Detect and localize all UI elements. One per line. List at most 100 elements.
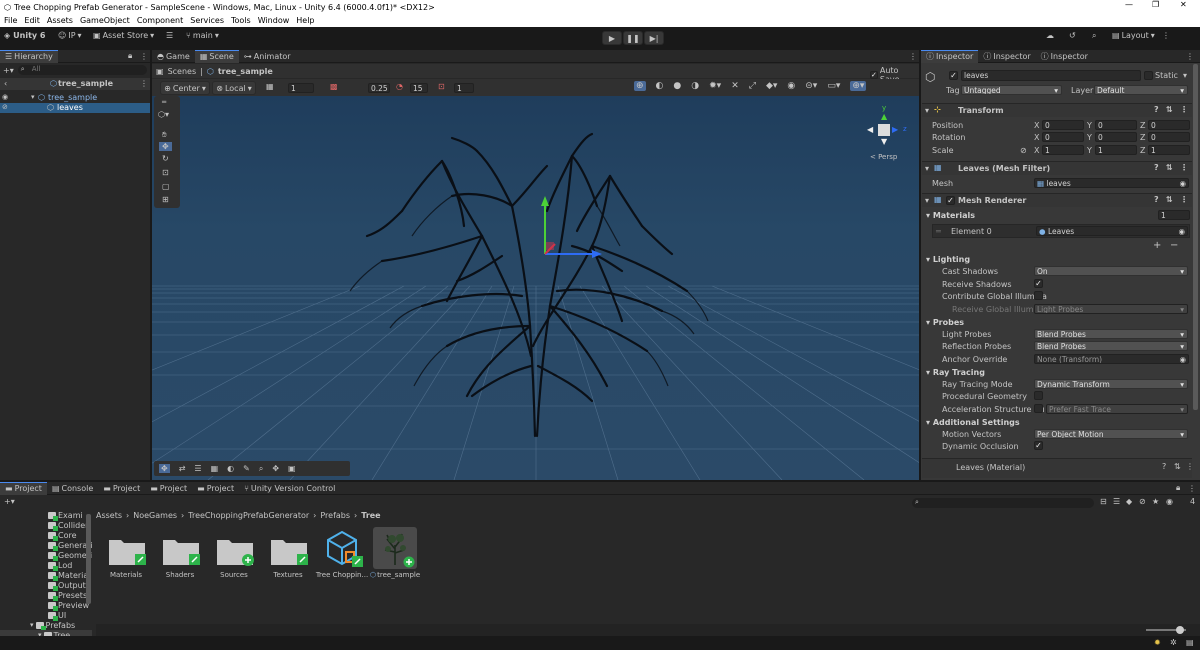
layout-dropdown[interactable]: ▤ Layout ▾	[1112, 31, 1155, 40]
anchor-override-field[interactable]: None (Transform) ◉	[1034, 354, 1189, 364]
breadcrumb-prefabs[interactable]: Prefabs	[320, 511, 350, 520]
mesh-field[interactable]: ▦ leaves ◉	[1034, 178, 1189, 188]
scale-z-field[interactable]: 1	[1148, 145, 1190, 155]
tree-item-lod[interactable]: Lod	[48, 560, 72, 571]
mesh-filter-header[interactable]: ▾ ▦ Leaves (Mesh Filter) ? ⇅ ⋮	[922, 161, 1192, 175]
tab-inspector-1[interactable]: ⓘ Inspector	[921, 49, 979, 63]
menu-gameobject[interactable]: GameObject	[80, 16, 130, 25]
hierarchy-row-leaves[interactable]: ⊘ ⬡ leaves	[0, 103, 150, 113]
ray-tracing-foldout[interactable]: ▾ Ray Tracing	[926, 368, 985, 377]
paint-icon[interactable]: ✎	[243, 464, 250, 473]
mesh-renderer-header[interactable]: ▾ ▦ ✓ Mesh Renderer ? ⇅ ⋮	[922, 193, 1192, 207]
tab-project-2[interactable]: ▬ Project	[98, 482, 145, 495]
foldout-arrow-icon[interactable]: ▾	[31, 93, 35, 101]
view-mode-icon[interactable]: ⬡▾	[158, 110, 169, 119]
rotation-y-field[interactable]: 0	[1095, 132, 1137, 142]
tab-scene[interactable]: ▦ Scene	[194, 49, 239, 63]
more-icon[interactable]: ⋮	[1188, 484, 1196, 493]
element-material-field[interactable]: ● Leaves ◉	[1036, 226, 1188, 236]
asset-tree-chopping[interactable]: Tree Choppin...	[312, 524, 372, 584]
receive-shadows-checkbox[interactable]: ✓	[1034, 279, 1043, 288]
camera-icon[interactable]: ▭▾	[827, 81, 840, 91]
tab-project-3[interactable]: ▬ Project	[145, 482, 192, 495]
tree-item-preview[interactable]: Preview	[48, 600, 89, 611]
scene-viewport[interactable]: ═ ⬡▾ ✋︎ ✥ ↻ ⊡ ▢ ⊞ y ▲ ◀ ▶ z ▼ < Persp ✥ …	[152, 96, 919, 480]
material-footer[interactable]: Leaves (Material) ? ⇅ ⋮	[922, 458, 1194, 478]
filter-by-label-icon[interactable]: ☰	[1113, 497, 1120, 506]
object-picker-icon[interactable]: ◉	[1178, 227, 1185, 235]
asset-shaders[interactable]: Shaders	[150, 524, 210, 584]
preset-icon[interactable]: ⇅	[1166, 105, 1173, 114]
tree-item-colliders[interactable]: Collideri	[48, 520, 91, 531]
hidden-icon[interactable]: ⊝▾	[805, 81, 817, 91]
lock-icon[interactable]: 🔒︎	[1176, 483, 1180, 493]
menu-edit[interactable]: Edit	[24, 16, 40, 25]
scale-tool-icon[interactable]: ⊡	[162, 168, 169, 177]
asset-materials[interactable]: Materials	[96, 524, 156, 584]
probes-foldout[interactable]: ▾ Probes	[926, 318, 964, 327]
move-icon[interactable]: ✥	[159, 464, 170, 473]
lighting-foldout[interactable]: ▾ Lighting	[926, 255, 970, 264]
motion-vectors-dropdown[interactable]: Per Object Motion ▾	[1034, 429, 1188, 439]
help-icon[interactable]: ?	[1154, 105, 1159, 114]
light-probes-dropdown[interactable]: Blend Probes ▾	[1034, 329, 1188, 339]
scale-snap-icon[interactable]: ⊡	[438, 82, 445, 91]
visibility-off-icon[interactable]: ⊘	[2, 103, 8, 111]
asset-tree-sample[interactable]: ⬡ tree_sample	[370, 524, 422, 584]
create-icon[interactable]: +▾	[4, 497, 15, 506]
help-icon[interactable]: ?	[1162, 462, 1166, 471]
tree-item-prefabs[interactable]: ▾ Prefabs	[30, 620, 75, 631]
more-icon[interactable]: ⋮	[909, 52, 917, 61]
gizmo-y-cone[interactable]: ▲	[881, 112, 887, 121]
help-icon[interactable]: ?	[1154, 163, 1159, 172]
remove-element-button[interactable]: −	[1170, 240, 1178, 251]
inspector-scrollbar[interactable]	[1193, 64, 1198, 410]
asset-sources[interactable]: Sources	[204, 524, 264, 584]
rotate-tool-icon[interactable]: ↻	[162, 154, 169, 163]
lighting-icon[interactable]: ◑	[691, 81, 699, 91]
icon-size-slider-thumb[interactable]	[1176, 626, 1184, 634]
more-icon[interactable]: ⋮	[140, 79, 148, 88]
breadcrumb-assets[interactable]: Assets	[96, 511, 122, 520]
menu-tools[interactable]: Tools	[231, 16, 251, 25]
preset-icon[interactable]: ⇅	[1166, 195, 1173, 204]
gizmo-z-cone[interactable]: ▶	[892, 125, 898, 134]
menu-services[interactable]: Services	[190, 16, 224, 25]
asset-textures[interactable]: Textures	[258, 524, 318, 584]
help-icon[interactable]: ?	[1154, 195, 1159, 204]
object-picker-icon[interactable]: ◉	[1179, 355, 1186, 363]
preset-icon[interactable]: ⇅	[1174, 462, 1181, 471]
snap-field[interactable]: 0.25	[368, 83, 390, 93]
orientation-gizmo[interactable]: y ▲ ◀ ▶ z ▼ < Persp	[862, 104, 912, 164]
more-icon[interactable]: ⋮	[140, 52, 148, 61]
bug-icon[interactable]: ✲	[1170, 638, 1177, 647]
account-button[interactable]: ◈ Unity 6	[4, 31, 45, 40]
menu-component[interactable]: Component	[137, 16, 183, 25]
lighting-icon[interactable]: ✹	[1154, 638, 1161, 647]
eye-icon[interactable]: ◉	[787, 81, 795, 91]
pan-icon[interactable]: ✥	[272, 464, 279, 473]
xz-plane-handle[interactable]	[546, 242, 554, 250]
transform-tool-icon[interactable]: ⊞	[162, 195, 169, 204]
cloud-icon[interactable]: ☁	[1046, 31, 1054, 40]
menu-icon[interactable]: ☰	[166, 31, 173, 40]
grid-snap-icon[interactable]: ▦	[211, 464, 219, 473]
add-element-button[interactable]: +	[1153, 240, 1161, 251]
frame-icon[interactable]: ▣	[288, 464, 296, 473]
dynamic-occlusion-checkbox[interactable]: ✓	[1034, 441, 1043, 450]
sphere-icon[interactable]: ●	[673, 81, 681, 91]
tab-console[interactable]: ▤ Console	[47, 482, 98, 495]
reflection-probes-dropdown[interactable]: Blend Probes ▾	[1034, 341, 1188, 351]
more-icon[interactable]: ⋮	[1180, 163, 1188, 172]
step-button[interactable]: ▶|	[644, 31, 664, 45]
persp-label[interactable]: < Persp	[870, 153, 897, 161]
more-icon[interactable]: ⋮	[1162, 31, 1170, 40]
menu-window[interactable]: Window	[258, 16, 290, 25]
position-z-field[interactable]: 0	[1148, 120, 1190, 130]
object-picker-icon[interactable]: ◉	[1179, 179, 1186, 187]
tab-inspector-3[interactable]: ⓘ Inspector	[1036, 50, 1093, 63]
active-checkbox[interactable]: ✓	[949, 71, 958, 80]
pivot-dropdown[interactable]: ⊕ Center ▾	[160, 81, 210, 95]
tree-item-output[interactable]: Output	[48, 580, 86, 591]
scale-x-field[interactable]: 1	[1042, 145, 1084, 155]
